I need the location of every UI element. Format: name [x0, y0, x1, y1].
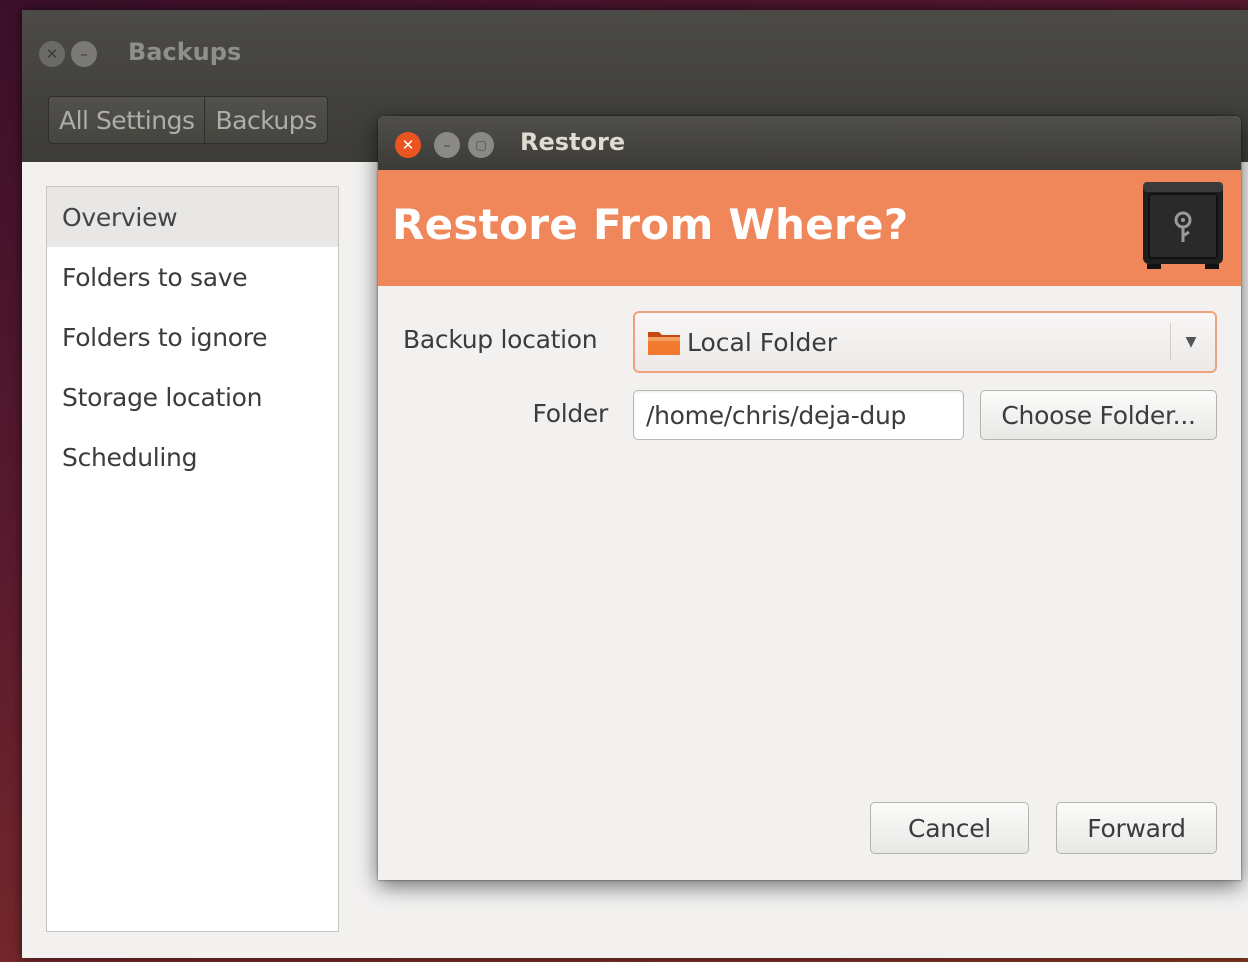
dialog-title: Restore	[520, 128, 626, 156]
sidebar-item-label: Overview	[62, 202, 178, 232]
sidebar-item-storage-location[interactable]: Storage location	[47, 367, 338, 427]
folder-path-field[interactable]: /home/chris/deja-dup	[633, 390, 964, 440]
sidebar-item-label: Scheduling	[62, 442, 198, 472]
forward-button[interactable]: Forward	[1056, 802, 1217, 854]
cancel-button[interactable]: Cancel	[870, 802, 1029, 854]
restore-dialog: ✕ – ▢ Restore Restore From Where? Backup…	[378, 116, 1241, 880]
safe-icon	[1143, 182, 1223, 269]
choose-folder-button[interactable]: Choose Folder...	[980, 390, 1217, 440]
sidebar-item-scheduling[interactable]: Scheduling	[47, 427, 338, 487]
chevron-down-icon[interactable]: ▼	[1183, 334, 1199, 350]
close-icon[interactable]: ✕	[395, 132, 421, 158]
close-icon[interactable]: ✕	[39, 41, 65, 67]
sidebar-item-label: Storage location	[62, 382, 263, 412]
backup-location-value: Local Folder	[687, 327, 837, 357]
backup-location-select[interactable]: Local Folder ▼	[633, 311, 1217, 373]
sidebar-item-label: Folders to save	[62, 262, 248, 292]
sidebar-item-folders-to-ignore[interactable]: Folders to ignore	[47, 307, 338, 367]
sidebar: Overview Folders to save Folders to igno…	[46, 186, 339, 932]
sidebar-item-folders-to-save[interactable]: Folders to save	[47, 247, 338, 307]
minimize-icon[interactable]: –	[71, 41, 97, 67]
breadcrumb: All Settings Backups	[48, 96, 328, 144]
dialog-titlebar: ✕ – ▢ Restore	[378, 116, 1241, 170]
sidebar-item-overview[interactable]: Overview	[47, 187, 338, 247]
maximize-icon[interactable]: ▢	[468, 132, 494, 158]
folder-icon	[648, 332, 680, 355]
folder-label: Folder	[532, 399, 609, 428]
window-title: Backups	[128, 38, 242, 66]
banner-title: Restore From Where?	[392, 200, 909, 249]
folder-path-value: /home/chris/deja-dup	[646, 400, 907, 430]
backups-nav-button[interactable]: Backups	[204, 97, 326, 143]
minimize-icon[interactable]: –	[434, 132, 460, 158]
backup-location-label: Backup location	[403, 325, 598, 354]
all-settings-button[interactable]: All Settings	[49, 97, 204, 143]
dialog-banner: Restore From Where?	[378, 170, 1241, 286]
sidebar-item-label: Folders to ignore	[62, 322, 268, 352]
combo-divider	[1170, 323, 1171, 361]
